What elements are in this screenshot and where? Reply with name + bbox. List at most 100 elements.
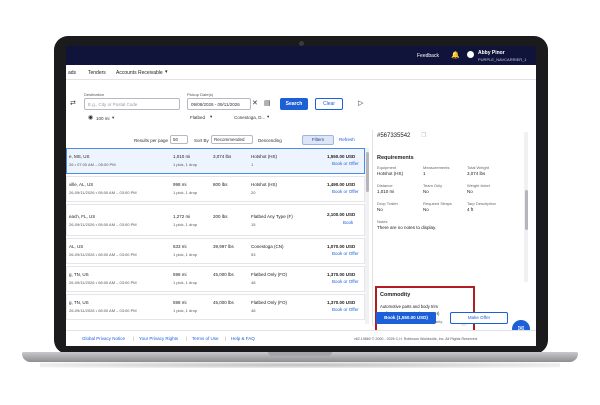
results-per-page-select[interactable]: 50	[170, 135, 188, 144]
user-avatar-icon[interactable]	[467, 51, 474, 58]
chevron-down-icon[interactable]: ▾	[267, 114, 269, 120]
total-weight-label: Total Weight	[467, 165, 489, 170]
row-stops: 1 pick, 1 drop	[173, 252, 198, 257]
book-or-offer-link[interactable]: Book or Offer	[332, 251, 359, 256]
drop-trailer-label: Drop Trailer	[377, 201, 398, 206]
sort-order-toggle[interactable]: Descending	[258, 138, 282, 143]
row-length: 20	[251, 190, 256, 195]
tarp-description-value: 4 ft	[467, 207, 474, 212]
make-offer-button[interactable]: Make Offer	[450, 312, 508, 324]
search-button[interactable]: Search	[280, 98, 308, 110]
destination-label: Destination	[84, 92, 105, 97]
book-button[interactable]: Book (1,550.00 USD)	[376, 312, 436, 324]
row-weight: 45,000 lbs	[213, 272, 234, 277]
required-straps-value: No	[423, 207, 429, 212]
equipment-options-select[interactable]: Conestoga, D...	[234, 115, 265, 120]
commodity-name: Automotive parts and body trim	[380, 304, 438, 309]
row-price: 1,490.00 USD	[327, 182, 356, 187]
bookmark-icon[interactable]: ▷	[358, 100, 363, 107]
laptop-notch	[268, 352, 332, 356]
result-row[interactable]: AL, US 26-09/11/2026 • 08:00 AM – 03:00 …	[66, 238, 365, 264]
row-weight: 3,074 lbs	[213, 154, 232, 159]
help-link[interactable]: Help & FAQ	[231, 336, 255, 341]
chevron-down-icon[interactable]: ▾	[165, 69, 168, 75]
destination-input[interactable]: E.g., City or Postal Code	[84, 98, 180, 110]
row-stops: 1 pick, 1 drop	[173, 162, 198, 167]
location-pin-icon: ◉	[88, 115, 94, 121]
swap-icon[interactable]: ⇄	[70, 99, 76, 107]
privacy-notice-link[interactable]: Global Privacy Notice	[82, 336, 125, 341]
row-origin: each, FL, US	[69, 214, 96, 219]
requirements-title: Requirements	[377, 155, 414, 161]
laptop-mockup: Feedback 🔔 Abby Pinor PURPLE_NAVCARRIER_…	[0, 0, 600, 405]
book-or-offer-link[interactable]: Book or Offer	[332, 279, 359, 284]
results-scrollbar[interactable]	[365, 148, 369, 324]
sort-by-select[interactable]: Recommended	[211, 135, 253, 144]
chevron-down-icon[interactable]: ▾	[210, 114, 212, 120]
row-distance: 1,010 mi	[173, 154, 191, 159]
row-origin: e, MS, US	[69, 154, 90, 159]
result-row[interactable]: e, MS, US 26 • 07:00 AM – 05:00 PM 1,010…	[66, 148, 365, 174]
terms-link[interactable]: Terms of Use	[192, 336, 219, 341]
book-or-offer-link[interactable]: Book or Offer	[332, 161, 359, 166]
results-list: e, MS, US 26 • 07:00 AM – 05:00 PM 1,010…	[66, 148, 369, 324]
footer-separator: |	[186, 336, 188, 341]
tab-accounts-receivable[interactable]: Accounts Receivable	[116, 70, 163, 76]
detail-scrollbar[interactable]	[524, 132, 528, 282]
book-or-offer-link[interactable]: Book or Offer	[332, 189, 359, 194]
row-equipment: Flatbed Only (FO)	[251, 272, 288, 277]
row-weight: 200 lbs	[213, 214, 228, 219]
equipment-select[interactable]: Flatbed	[190, 115, 205, 120]
result-row[interactable]: g, TN, US 26-09/11/2026 • 08:00 AM – 03:…	[66, 266, 365, 292]
clear-x-icon[interactable]: ✕	[252, 100, 258, 107]
result-row[interactable]: g, TN, US 26-09/11/2026 • 08:00 AM – 03:…	[66, 294, 365, 320]
weight-ticket-value: No	[467, 189, 473, 194]
row-stops: 1 pick, 1 drop	[173, 308, 198, 313]
pickup-date-input[interactable]: 09/08/2026 - 09/11/2026	[187, 98, 251, 110]
row-distance: 998 mi	[173, 182, 187, 187]
radius-select[interactable]: 100 mi	[96, 116, 110, 121]
refresh-button[interactable]: Refresh	[339, 137, 355, 142]
row-weight: 45,000 lbs	[213, 300, 234, 305]
row-length: 1	[251, 162, 254, 167]
result-row[interactable]: ville, AL, US 26-09/11/2026 • 08:00 AM –…	[66, 176, 365, 202]
filters-button[interactable]: Filters	[302, 135, 334, 145]
row-stops: 1 pick, 1 drop	[173, 222, 198, 227]
calendar-icon[interactable]: ▤	[264, 100, 271, 107]
team-only-value: No	[423, 189, 429, 194]
row-pickup-time: 26-09/11/2026 • 08:00 AM – 03:00 PM	[69, 222, 137, 227]
copyright: v62.19860 © 2000 - 2026 C.H. Robinson Wo…	[354, 337, 478, 341]
notes-value: There are no notes to display.	[377, 225, 437, 230]
book-or-offer-link[interactable]: Book or Offer	[332, 307, 359, 312]
copy-icon[interactable]: ❐	[421, 132, 426, 139]
row-weight: 800 lbs	[213, 182, 228, 187]
laptop-shadow	[40, 362, 560, 368]
row-distance: 1,272 mi	[173, 214, 191, 219]
row-length: 48	[251, 280, 256, 285]
chevron-down-icon[interactable]: ▾	[112, 115, 114, 121]
bell-icon[interactable]: 🔔	[451, 51, 460, 59]
clear-button[interactable]: Clear	[315, 98, 343, 110]
load-id: #567335542	[377, 133, 411, 139]
row-pickup-time: 26 • 07:00 AM – 05:00 PM	[69, 162, 116, 167]
row-length: 15	[251, 222, 256, 227]
row-equipment: Hotshot (HS)	[251, 182, 278, 187]
row-length: 53	[251, 252, 256, 257]
feedback-link[interactable]: Feedback	[417, 53, 439, 59]
row-equipment: Flatbed Any Type (F)	[251, 214, 293, 219]
user-name[interactable]: Abby Pinor	[478, 50, 505, 56]
required-straps-label: Required Straps	[423, 201, 452, 206]
distance-value: 1,010 mi	[377, 189, 395, 194]
row-price: 1,070.00 USD	[327, 244, 356, 249]
result-row[interactable]: each, FL, US 26-09/11/2026 • 08:00 AM – …	[66, 204, 365, 236]
sort-by-label: Sort By	[194, 138, 209, 143]
row-equipment: Hotshot (HS)	[251, 154, 278, 159]
book-link[interactable]: Book	[343, 220, 353, 225]
app-screen: Feedback 🔔 Abby Pinor PURPLE_NAVCARRIER_…	[66, 46, 536, 346]
tab-loads[interactable]: ads	[68, 70, 76, 76]
weight-ticket-label: Weight ticket	[467, 183, 490, 188]
tab-tenders[interactable]: Tenders	[88, 70, 106, 76]
org-name: PURPLE_NAVCARRIER_1	[478, 57, 527, 62]
privacy-rights-link[interactable]: Your Privacy Rights	[139, 336, 178, 341]
row-equipment: Conestoga (CN)	[251, 244, 284, 249]
